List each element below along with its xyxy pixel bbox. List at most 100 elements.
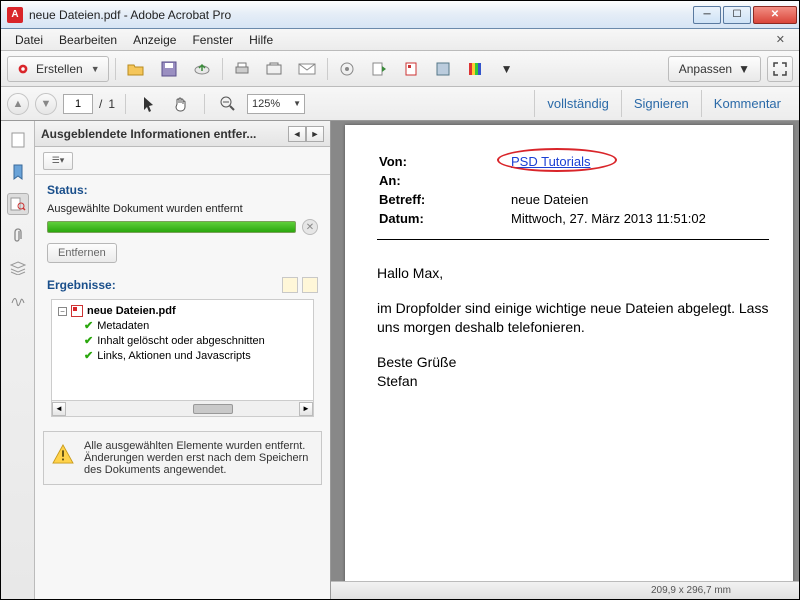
tree-item[interactable]: ✔Metadaten — [58, 318, 307, 333]
more-button[interactable]: ▼ — [494, 56, 520, 82]
fullscreen-button[interactable] — [767, 56, 793, 82]
scroll-left-button[interactable]: ◄ — [52, 402, 66, 416]
multimedia-button[interactable] — [462, 56, 488, 82]
page-number-input[interactable] — [63, 94, 93, 114]
create-button[interactable]: Erstellen ▼ — [7, 56, 109, 82]
zoom-out-button[interactable] — [215, 91, 241, 117]
mail-button[interactable] — [293, 56, 321, 82]
menu-bearbeiten[interactable]: Bearbeiten — [51, 31, 125, 49]
zoom-value: 125% — [252, 98, 280, 110]
cloud-icon — [193, 62, 211, 76]
panel-options-button[interactable]: ☰▾ — [43, 152, 73, 170]
menu-hilfe[interactable]: Hilfe — [241, 31, 281, 49]
bookmarks-tab[interactable] — [7, 161, 29, 183]
toolbar-nav: ▲ ▼ / 1 125%▼ vollständig Signieren Komm… — [1, 87, 799, 121]
status-bar: 209,9 x 296,7 mm — [331, 581, 799, 599]
thumbnails-tab[interactable] — [7, 129, 29, 151]
close-button[interactable]: ✕ — [753, 6, 797, 24]
floppy-icon — [161, 61, 177, 77]
minimize-button[interactable]: ─ — [693, 6, 721, 24]
select-tool[interactable] — [136, 91, 162, 117]
layers-icon — [10, 261, 26, 275]
create-label: Erstellen — [36, 62, 83, 76]
expand-all-button[interactable] — [282, 277, 298, 293]
signatures-tab[interactable] — [7, 289, 29, 311]
caret-down-icon: ▼ — [293, 99, 304, 108]
expand-icon — [773, 62, 787, 76]
right-panel-links: vollständig Signieren Kommentar — [534, 90, 793, 117]
greeting: Hallo Max, — [377, 264, 769, 283]
scan-button[interactable] — [334, 56, 360, 82]
tree-scrollbar[interactable]: ◄ ► — [52, 400, 313, 416]
scroll-right-button[interactable]: ► — [299, 402, 313, 416]
zoom-select[interactable]: 125% ▼ — [247, 94, 305, 114]
tree-root-row[interactable]: − neue Dateien.pdf — [58, 304, 307, 318]
tree-item[interactable]: ✔Inhalt gelöscht oder abgeschnitten — [58, 333, 307, 348]
status-message: Ausgewählte Dokument wurden entfernt — [47, 203, 318, 215]
export-icon — [371, 61, 387, 77]
results-heading: Ergebnisse: — [47, 278, 116, 292]
collapse-icon[interactable]: − — [58, 307, 67, 316]
date-value: Mittwoch, 27. März 2013 11:51:02 — [511, 210, 706, 227]
attachments-tab[interactable] — [7, 225, 29, 247]
envelope-icon — [298, 63, 316, 75]
scan-icon — [339, 61, 355, 77]
sender-link[interactable]: PSD Tutorials — [511, 154, 590, 169]
page-up-button[interactable]: ▲ — [7, 93, 29, 115]
edit-pdf-button[interactable] — [398, 56, 424, 82]
tree-item-label: Links, Aktionen und Javascripts — [97, 350, 250, 362]
mdi-close-icon[interactable]: ✕ — [768, 31, 793, 48]
share-button[interactable] — [261, 56, 287, 82]
hidden-info-panel: Ausgeblendete Informationen entfer... ◄ … — [35, 121, 331, 599]
email-body: Hallo Max, im Dropfolder sind einige wic… — [377, 264, 769, 390]
customize-button[interactable]: Anpassen ▼ — [668, 56, 761, 82]
scroll-thumb[interactable] — [193, 404, 233, 414]
cursor-icon — [142, 96, 156, 112]
hand-icon — [173, 96, 189, 112]
menu-anzeige[interactable]: Anzeige — [125, 31, 184, 49]
results-tree: − neue Dateien.pdf ✔Metadaten ✔Inhalt ge… — [51, 299, 314, 417]
label-to: An: — [379, 172, 509, 189]
zoom-out-icon — [220, 96, 236, 112]
link-kommentar[interactable]: Kommentar — [701, 90, 793, 117]
page-total: 1 — [108, 97, 115, 111]
rainbow-icon — [467, 61, 483, 77]
pdf-page[interactable]: Von: PSD Tutorials An: Betreff: neue Dat… — [345, 125, 793, 599]
body-paragraph: im Dropfolder sind einige wichtige neue … — [377, 299, 769, 337]
panel-notice: Alle ausgewählten Elemente wurden entfer… — [43, 431, 322, 485]
export-button[interactable] — [366, 56, 392, 82]
cloud-button[interactable] — [188, 56, 216, 82]
cancel-progress-button[interactable]: ✕ — [302, 219, 318, 235]
menu-fenster[interactable]: Fenster — [184, 31, 241, 49]
check-icon: ✔ — [84, 334, 93, 347]
pdf-edit-icon — [403, 61, 419, 77]
folder-open-icon — [127, 61, 145, 77]
email-header: Von: PSD Tutorials An: Betreff: neue Dat… — [377, 151, 708, 229]
page-down-button[interactable]: ▼ — [35, 93, 57, 115]
gear-icon — [16, 62, 30, 76]
signature-icon — [10, 293, 26, 307]
link-signieren[interactable]: Signieren — [621, 90, 701, 117]
notice-text: Alle ausgewählten Elemente wurden entfer… — [84, 440, 308, 476]
divider — [377, 239, 769, 240]
layers-tab[interactable] — [7, 257, 29, 279]
sender-text: PSD Tutorials — [511, 154, 590, 169]
save-button[interactable] — [156, 56, 182, 82]
hand-tool[interactable] — [168, 91, 194, 117]
sidebar-icons — [1, 121, 35, 599]
collapse-all-button[interactable] — [302, 277, 318, 293]
open-button[interactable] — [122, 56, 150, 82]
redaction-tab[interactable] — [7, 193, 29, 215]
panel-next-button[interactable]: ► — [306, 126, 324, 142]
menu-datei[interactable]: Datei — [7, 31, 51, 49]
form-button[interactable] — [430, 56, 456, 82]
link-vollstaendig[interactable]: vollständig — [534, 90, 620, 117]
page-dimensions: 209,9 x 296,7 mm — [651, 585, 731, 596]
titlebar: A neue Dateien.pdf - Adobe Acrobat Pro ─… — [1, 1, 799, 29]
print-button[interactable] — [229, 56, 255, 82]
panel-prev-button[interactable]: ◄ — [288, 126, 306, 142]
share-icon — [266, 62, 282, 76]
tree-item[interactable]: ✔Links, Aktionen und Javascripts — [58, 348, 307, 363]
remove-button[interactable]: Entfernen — [47, 243, 117, 263]
maximize-button[interactable]: ☐ — [723, 6, 751, 24]
